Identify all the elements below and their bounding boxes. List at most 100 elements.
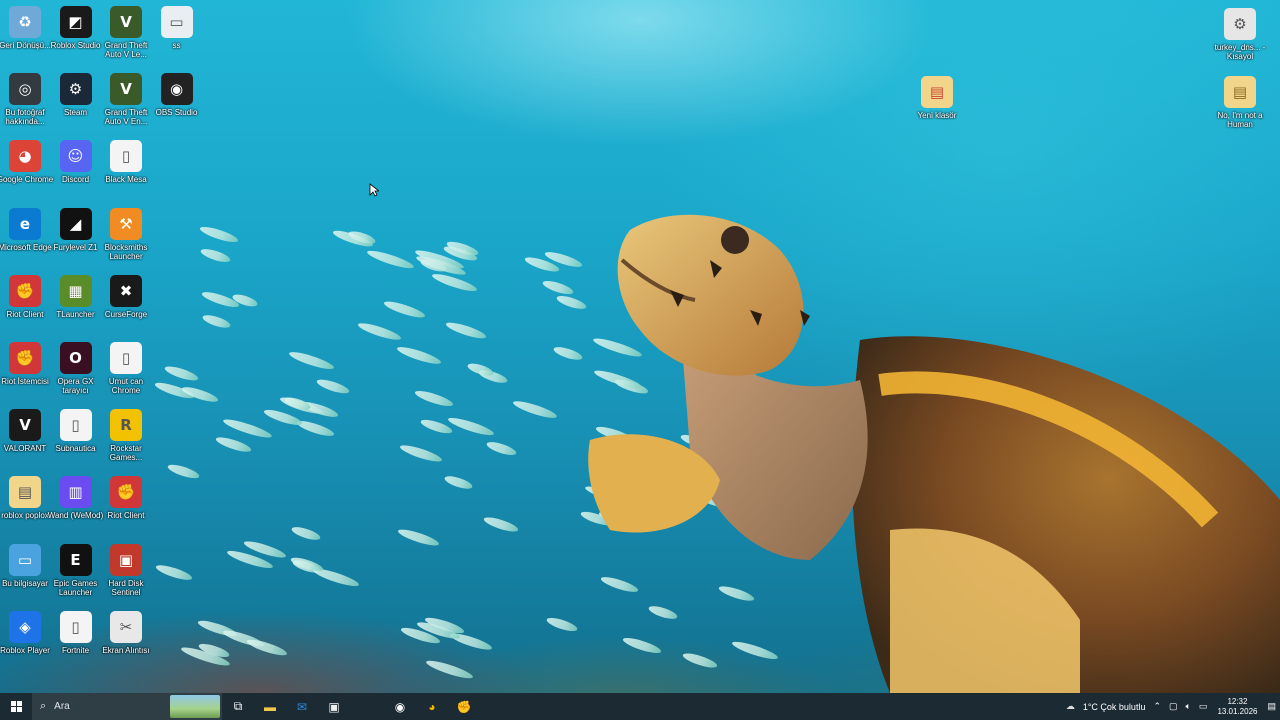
obs-icon: ◉ xyxy=(160,73,193,106)
desktop-icon-label: Riot Client xyxy=(107,511,145,521)
weather-cloud-icon[interactable]: ☁ xyxy=(1062,701,1079,712)
file-icon: ▯ xyxy=(110,342,142,374)
desktop-icon[interactable]: ◉ OBS Studio xyxy=(147,73,207,117)
desktop-icon-label: Rockstar Games... xyxy=(109,444,143,463)
task-view-icon: ⧉ xyxy=(233,699,243,713)
fish-shape xyxy=(214,434,253,455)
desktop-icon-new-folder[interactable]: ▤ Yeni klasör xyxy=(907,76,967,120)
curseforge-icon: ✖ xyxy=(110,274,142,307)
discord-icon: ☺ xyxy=(59,140,92,173)
fish-shape xyxy=(198,223,240,245)
desktop-icon-label: Ekran Alıntısı xyxy=(102,645,150,655)
taskbar-file-explorer[interactable]: ▬ xyxy=(254,693,286,720)
system-tray: ☁ 1°C Çok bulutlu ⌃ ▢ 🔈︎ ▭ 12:32 13.01.2… xyxy=(1062,693,1280,720)
chrome-icon: ◕ xyxy=(9,140,41,173)
desktop-icon-turkey-dns-shortcut[interactable]: ⚙ turkey_dns... - Kısayol xyxy=(1210,8,1270,61)
desktop-icon-label: CurseForge xyxy=(104,309,148,319)
opera-gx-icon: O xyxy=(59,342,92,374)
taskbar-obs[interactable]: ◉ xyxy=(384,693,416,720)
folder-zip-icon: ▤ xyxy=(9,476,41,509)
fish-shape xyxy=(447,414,496,439)
fish-shape xyxy=(413,387,455,409)
desktop-icon-label: turkey_dns... - Kısayol xyxy=(1214,43,1266,61)
gta-v-icon: V xyxy=(110,73,142,106)
desktop-icon[interactable]: ▯ Umut can Chrome xyxy=(96,342,156,395)
shortcut-icon: ⚙ xyxy=(1224,8,1256,40)
steam-icon: ⚙ xyxy=(59,73,92,106)
fish-shape xyxy=(315,377,351,397)
chevron-up-icon[interactable]: ⌃ xyxy=(1149,701,1165,712)
clock-date: 13.01.2026 xyxy=(1217,706,1258,716)
desktop-icon-label: Blocksmiths Launcher xyxy=(104,242,148,261)
task-view-button[interactable]: ⧉ xyxy=(222,693,254,720)
desktop-icon-label: ss xyxy=(172,41,181,50)
fish-shape xyxy=(396,343,444,367)
search-highlight-image xyxy=(170,695,220,718)
edge-icon: e xyxy=(9,207,41,240)
desktop-icon[interactable]: ▣ Hard Disk Sentinel xyxy=(96,543,156,597)
mail-icon: ✉ xyxy=(296,699,308,714)
folder-icon: ▤ xyxy=(921,76,953,108)
start-button[interactable] xyxy=(0,693,32,720)
desktop-icon[interactable]: ▯ Black Mesa xyxy=(96,140,156,184)
fish-shape xyxy=(166,462,202,481)
riot-client-icon: ✊ xyxy=(456,699,472,714)
desktop-icon-not-a-human[interactable]: ▤ No, I'm not a Human xyxy=(1210,76,1270,129)
snipping-tool-icon: ✂ xyxy=(110,610,142,643)
desktop-icon[interactable]: ✊ Riot Client xyxy=(96,476,156,520)
mouse-cursor-icon xyxy=(369,183,379,197)
fish-shape xyxy=(200,312,232,331)
taskbar-chrome[interactable]: ◕ xyxy=(416,693,448,720)
fish-shape xyxy=(399,442,444,465)
file-icon: ▯ xyxy=(59,610,92,643)
fish-shape xyxy=(485,439,518,458)
camera-icon: ◎ xyxy=(9,73,41,106)
desktop-wallpaper: ♻ Geri Dönüşü... ◩ Roblox Studio V Grand Thef… xyxy=(0,0,1280,693)
wand-icon: ▥ xyxy=(59,476,92,509)
minecraft-block-icon: ▦ xyxy=(59,274,92,307)
roblox-player-icon: ◈ xyxy=(9,610,41,643)
speaker-icon[interactable]: 🔈︎ xyxy=(1182,701,1195,712)
desktop-icon[interactable]: ✖ CurseForge xyxy=(96,274,156,319)
fish-shape xyxy=(511,397,558,421)
tray-app-icon[interactable]: ▢ xyxy=(1165,701,1182,712)
desktop-icon[interactable]: R Rockstar Games... xyxy=(96,409,156,462)
clock-time: 12:32 xyxy=(1227,696,1248,706)
hammer-icon: ⚒ xyxy=(110,207,142,240)
epic-games-icon: E xyxy=(59,543,92,576)
desktop-icon-label: OBS Studio xyxy=(155,108,198,118)
hard-disk-icon: ▣ xyxy=(110,543,142,576)
taskbar-search-box[interactable]: ⌕ Ara xyxy=(32,693,222,720)
search-placeholder: Ara xyxy=(54,701,70,712)
desktop-icon[interactable]: ▭ ss xyxy=(147,6,207,50)
fish-shape xyxy=(163,363,201,384)
clock[interactable]: 12:32 13.01.2026 xyxy=(1211,697,1263,717)
notification-icon[interactable]: ▤ xyxy=(1263,701,1280,712)
search-icon: ⌕ xyxy=(40,700,47,712)
taskbar-store[interactable]: ▣ xyxy=(318,693,350,720)
desktop-icon[interactable]: ⚒ Blocksmiths Launcher xyxy=(96,207,156,261)
fish-shape xyxy=(295,418,336,439)
image-file-icon: ▭ xyxy=(160,6,193,38)
computer-icon: ▭ xyxy=(9,543,41,576)
desktop-icon[interactable]: ✂ Ekran Alıntısı xyxy=(96,610,156,655)
rockstar-icon: R xyxy=(110,409,142,442)
desktop-icon-label: Hard Disk Sentinel xyxy=(108,578,144,597)
recycle-bin-icon: ♻ xyxy=(9,6,41,38)
fish-shape xyxy=(287,349,335,373)
chrome-icon: ◕ xyxy=(428,699,436,714)
fish-shape xyxy=(222,416,274,441)
riot-client-icon: ✊ xyxy=(9,342,41,374)
fish-shape xyxy=(200,289,241,310)
fish-shape xyxy=(356,319,403,343)
taskbar-riot-client[interactable]: ✊ xyxy=(448,693,480,720)
weather-text[interactable]: 1°C Çok bulutlu xyxy=(1079,702,1150,712)
furylevel-icon: ◢ xyxy=(59,207,92,240)
roblox-studio-icon: ◩ xyxy=(59,6,92,38)
desktop-icon-label: Umut can Chrome xyxy=(108,377,144,395)
taskbar-outlook[interactable]: ✉ xyxy=(286,693,318,720)
wallpaper-turtle xyxy=(588,214,1280,693)
fish-shape xyxy=(263,406,305,428)
valorant-icon: V xyxy=(9,409,41,442)
network-icon[interactable]: ▭ xyxy=(1195,701,1212,712)
